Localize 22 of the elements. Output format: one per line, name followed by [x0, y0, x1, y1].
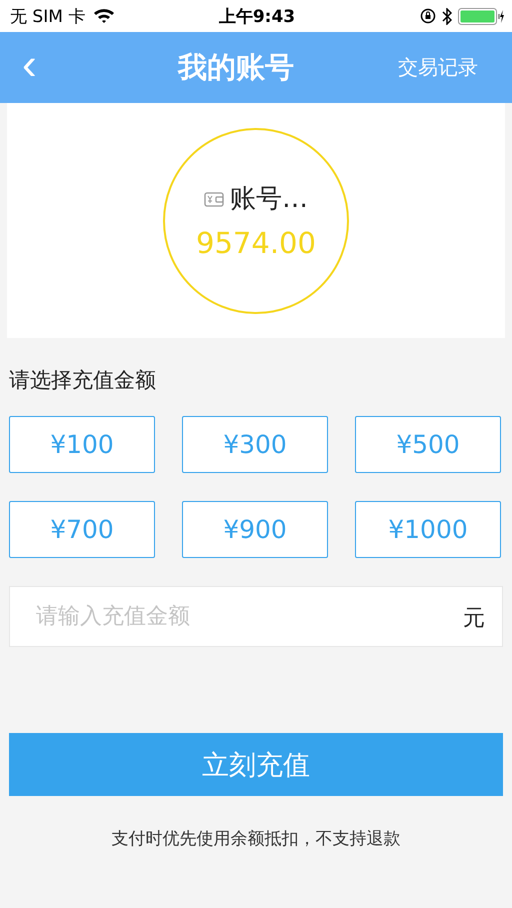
amount-option[interactable]: ¥1000: [355, 501, 501, 558]
recharge-button[interactable]: 立刻充值: [9, 733, 503, 796]
amount-option[interactable]: ¥300: [182, 416, 328, 473]
amount-option[interactable]: ¥100: [9, 416, 155, 473]
bluetooth-icon: [442, 8, 452, 24]
amount-option[interactable]: ¥700: [9, 501, 155, 558]
account-name: 账号…: [230, 183, 308, 216]
amount-option[interactable]: ¥900: [182, 501, 328, 558]
battery-icon: [458, 8, 504, 24]
carrier-label: 无 SIM 卡: [10, 6, 86, 28]
wifi-icon: [93, 8, 116, 24]
wallet-icon: [204, 190, 224, 206]
back-button[interactable]: ‹: [0, 42, 90, 92]
transactions-link[interactable]: 交易记录: [382, 54, 512, 81]
clock: 上午9:43: [218, 6, 296, 28]
page-title: 我的账号: [176, 48, 295, 86]
currency-unit: 元: [463, 605, 485, 633]
section-title: 请选择充值金额: [8, 367, 157, 394]
refund-notice: 支付时优先使用余额抵扣，不支持退款: [110, 828, 402, 850]
amount-option[interactable]: ¥500: [355, 416, 501, 473]
balance-amount: 9574.00: [196, 226, 316, 260]
rotation-lock-icon: [420, 8, 436, 24]
